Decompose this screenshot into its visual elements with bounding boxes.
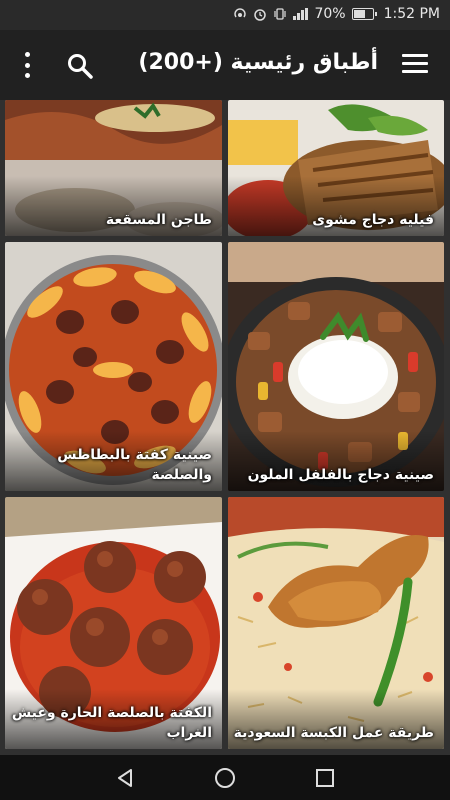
search-icon[interactable] (66, 52, 94, 80)
recipe-title: طريقة عمل الكبسة السعودية (233, 725, 434, 741)
back-icon[interactable] (112, 765, 138, 791)
status-icons: 70% 1:52 PM (233, 6, 440, 22)
recipe-title: طاجن المسقعة (105, 212, 212, 228)
vibrate-icon (273, 7, 287, 21)
hotspot-icon (233, 7, 247, 21)
recipe-card[interactable]: الكفتة بالصلصة الحارة وعيش الغراب (5, 497, 222, 749)
navigation-bar (0, 755, 450, 800)
recipe-title: صينية كفتة بالبطاطس والصلصة (57, 447, 212, 483)
menu-icon[interactable] (402, 54, 428, 76)
recipe-title: صينية دجاج بالفلفل الملون (247, 467, 434, 483)
app-bar: أطباق رئيسية (+200) (0, 30, 450, 100)
recipe-card[interactable]: صينية كفتة بالبطاطس والصلصة (5, 242, 222, 491)
recipe-card[interactable]: طاجن المسقعة (5, 100, 222, 236)
recipe-grid: فيليه دجاج مشوى طاجن المسقعة صينية دجاج … (0, 100, 450, 755)
signal-icon (293, 8, 309, 20)
clock: 1:52 PM (383, 6, 440, 22)
alarm-icon (253, 7, 267, 21)
status-bar: 70% 1:52 PM (0, 0, 450, 30)
home-icon[interactable] (212, 765, 238, 791)
page-title: أطباق رئيسية (+200) (138, 50, 378, 75)
recipe-card[interactable]: طريقة عمل الكبسة السعودية (228, 497, 444, 749)
recipe-card[interactable]: صينية دجاج بالفلفل الملون (228, 242, 444, 491)
more-vert-icon[interactable] (20, 52, 34, 78)
battery-icon (351, 8, 377, 20)
battery-level (353, 10, 366, 18)
battery-percent: 70% (314, 6, 346, 22)
recipe-title: فيليه دجاج مشوى (312, 212, 434, 228)
recipe-card[interactable]: فيليه دجاج مشوى (228, 100, 444, 236)
recents-icon[interactable] (312, 765, 338, 791)
recipe-title: الكفتة بالصلصة الحارة وعيش الغراب (11, 705, 212, 741)
